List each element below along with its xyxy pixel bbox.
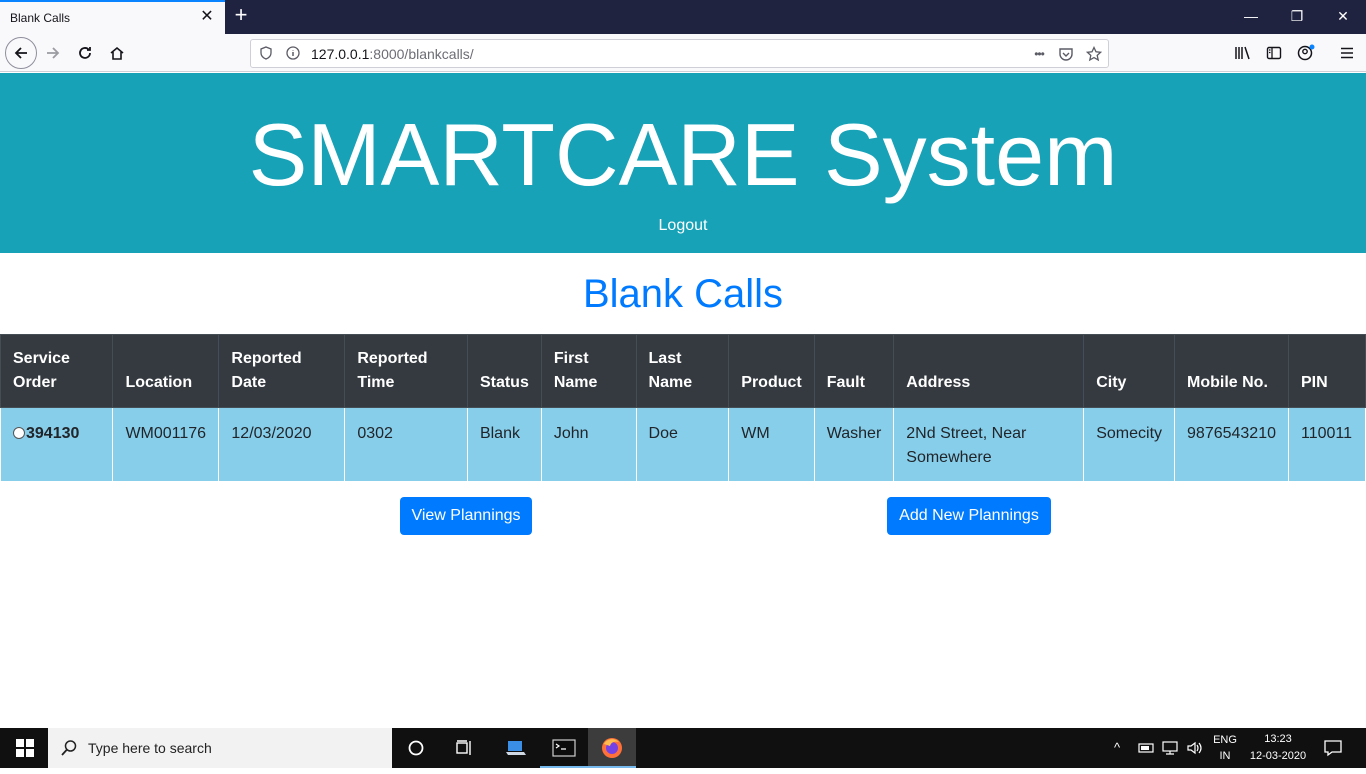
- new-tab-button[interactable]: +: [230, 4, 252, 28]
- network-icon[interactable]: [1162, 740, 1180, 756]
- firefox-icon: [602, 738, 622, 758]
- service-order-number: 394130: [26, 425, 80, 442]
- cell-location: WM001176: [112, 407, 220, 482]
- task-view-icon: [456, 740, 471, 755]
- col-reported-time: Reported Time: [344, 334, 468, 408]
- language-bottom[interactable]: IN: [1210, 750, 1240, 762]
- logout-link[interactable]: Logout: [0, 217, 1366, 235]
- minimize-button[interactable]: —: [1228, 0, 1274, 34]
- windows-logo-icon: [16, 739, 34, 757]
- url-path: :8000/blankcalls/: [369, 46, 474, 62]
- taskbar-app-terminal[interactable]: [540, 728, 588, 768]
- col-mobile: Mobile No.: [1174, 334, 1289, 408]
- notification-icon[interactable]: [1324, 739, 1342, 757]
- taskbar-app-pc[interactable]: [492, 728, 540, 768]
- page-title: Blank Calls: [582, 272, 784, 316]
- app-menu-button[interactable]: [1332, 38, 1362, 68]
- sidebar-icon: [1266, 46, 1282, 60]
- col-last-name: Last Name: [635, 334, 730, 408]
- cortana-button[interactable]: [392, 728, 440, 768]
- page-actions-icon[interactable]: •••: [1028, 46, 1050, 62]
- add-new-plannings-button[interactable]: Add New Plannings: [887, 497, 1051, 535]
- taskbar-search-box[interactable]: Type here to search: [48, 728, 392, 768]
- task-view-button[interactable]: [440, 728, 488, 768]
- back-button[interactable]: [5, 37, 37, 69]
- cell-pin: 110011: [1288, 407, 1366, 482]
- sidebar-button[interactable]: [1259, 38, 1289, 68]
- site-title-sub: System: [823, 105, 1118, 204]
- table-header-row: Service Order Location Reported Date Repor…: [0, 334, 1366, 408]
- volume-icon[interactable]: [1186, 740, 1204, 756]
- browser-navigation-bar: 127.0.0.1:8000/blankcalls/ •••: [0, 34, 1366, 72]
- account-icon: [1297, 44, 1315, 61]
- battery-icon[interactable]: [1138, 741, 1156, 755]
- col-first-name: First Name: [540, 334, 637, 408]
- taskbar-app-firefox[interactable]: [588, 728, 636, 768]
- computer-icon: [506, 741, 526, 755]
- forward-button[interactable]: [38, 38, 68, 68]
- view-plannings-button[interactable]: View Plannings: [400, 497, 532, 535]
- tab-title: Blank Calls: [10, 11, 71, 25]
- clock-time[interactable]: 13:23: [1244, 733, 1312, 745]
- pocket-icon[interactable]: [1058, 46, 1074, 62]
- col-pin: PIN: [1288, 334, 1366, 408]
- search-icon: [61, 740, 77, 756]
- site-title-main: SMARTCARE: [248, 105, 800, 204]
- table-row[interactable]: 394130 WM001176 12/03/2020 0302 Blank Jo…: [0, 407, 1366, 482]
- browser-tab-active[interactable]: Blank Calls ✕: [0, 0, 225, 34]
- forward-arrow-icon: [47, 47, 60, 59]
- site-header: SMARTCARE System Logout: [0, 73, 1366, 253]
- search-placeholder: Type here to search: [88, 740, 212, 756]
- tracking-shield-icon[interactable]: [258, 46, 274, 62]
- blank-calls-table: Service Order Location Reported Date Repor…: [0, 334, 1366, 482]
- col-reported-date: Reported Date: [218, 334, 346, 408]
- library-icon: [1235, 46, 1250, 60]
- col-fault: Fault: [813, 334, 895, 408]
- col-service-order: Service Order: [0, 334, 114, 408]
- browser-tab-bar: Blank Calls ✕ + — ❐ ✕: [0, 0, 1366, 34]
- site-info-icon[interactable]: [285, 46, 301, 62]
- row-select-radio[interactable]: [13, 427, 25, 439]
- tab-close-icon[interactable]: ✕: [199, 9, 215, 25]
- clock-date[interactable]: 12-03-2020: [1244, 750, 1312, 762]
- tray-chevron-icon[interactable]: ^: [1114, 740, 1120, 755]
- hamburger-menu-icon: [1341, 47, 1353, 59]
- url-bar[interactable]: 127.0.0.1:8000/blankcalls/ •••: [250, 39, 1109, 68]
- col-location: Location: [112, 334, 220, 408]
- cell-first-name: John: [540, 407, 637, 482]
- bookmark-star-icon[interactable]: [1085, 45, 1103, 62]
- home-button[interactable]: [102, 38, 132, 68]
- restore-button[interactable]: ❐: [1274, 0, 1320, 34]
- url-host: 127.0.0.1: [311, 46, 370, 62]
- cell-status: Blank: [466, 407, 542, 482]
- cell-service-order: 394130: [0, 407, 114, 482]
- cell-address: 2Nd Street, Near Somewhere: [893, 407, 1085, 482]
- cell-fault: Washer: [813, 407, 895, 482]
- terminal-icon: [552, 739, 576, 757]
- windows-taskbar: Type here to search ^ ENG IN 13:23 12-03…: [0, 728, 1366, 768]
- language-top[interactable]: ENG: [1210, 734, 1240, 746]
- col-status: Status: [466, 334, 542, 408]
- back-arrow-icon: [14, 47, 27, 59]
- cell-reported-time: 0302: [344, 407, 468, 482]
- col-city: City: [1083, 334, 1176, 408]
- cell-product: WM: [728, 407, 815, 482]
- account-button[interactable]: [1291, 38, 1321, 68]
- reload-icon: [79, 47, 91, 59]
- close-window-button[interactable]: ✕: [1320, 0, 1366, 34]
- home-icon: [110, 46, 124, 60]
- col-product: Product: [728, 334, 815, 408]
- cortana-circle-icon: [408, 740, 424, 756]
- url-text: 127.0.0.1:8000/blankcalls/: [311, 46, 474, 62]
- library-button[interactable]: [1228, 38, 1258, 68]
- cell-city: Somecity: [1083, 407, 1176, 482]
- col-address: Address: [893, 334, 1085, 408]
- reload-button[interactable]: [70, 38, 100, 68]
- start-button[interactable]: [0, 728, 48, 768]
- cell-mobile: 9876543210: [1174, 407, 1289, 482]
- cell-last-name: Doe: [635, 407, 730, 482]
- cell-reported-date: 12/03/2020: [218, 407, 346, 482]
- site-title: SMARTCARE System: [0, 103, 1366, 207]
